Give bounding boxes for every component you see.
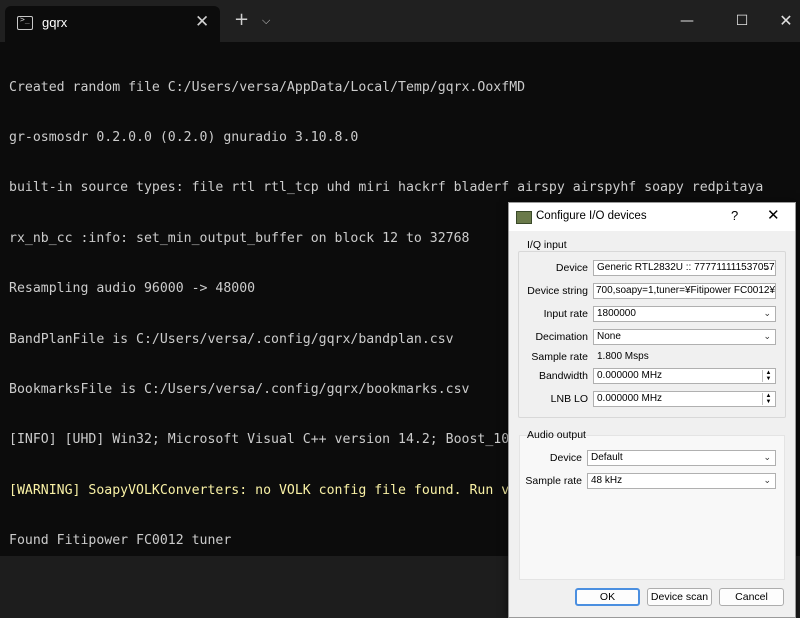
tab-title: gqrx bbox=[42, 15, 68, 30]
lnb-lo-label: LNB LO bbox=[550, 393, 588, 405]
decimation-value: None bbox=[597, 331, 621, 342]
tab-bar: >_ gqrx ✕ + ⌵ — ☐ ✕ bbox=[0, 0, 800, 42]
input-rate-value: 1800000 bbox=[597, 308, 636, 319]
audio-output-group-title: Audio output bbox=[527, 429, 586, 441]
audio-sample-rate-value: 48 kHz bbox=[591, 475, 623, 486]
device-string-value: 700,soapy=1,tuner=¥Fitipower FC0012¥" bbox=[596, 285, 776, 296]
input-rate-label: Input rate bbox=[543, 308, 588, 320]
iq-device-value: Generic RTL2832U :: 77771111153705700 bbox=[597, 262, 776, 273]
terminal-line: Created random file C:/Users/versa/AppDa… bbox=[9, 79, 526, 95]
bandwidth-label: Bandwidth bbox=[538, 370, 588, 382]
chevron-down-icon: ⌄ bbox=[763, 262, 771, 272]
help-button[interactable]: ? bbox=[731, 208, 738, 223]
cancel-button[interactable]: Cancel bbox=[719, 588, 784, 606]
sample-rate-value: 1.800 Msps bbox=[597, 351, 649, 362]
audio-sample-rate-select[interactable]: 48 kHz ⌄ bbox=[587, 473, 776, 489]
audio-sample-rate-label: Sample rate bbox=[525, 475, 582, 487]
iq-input-group-title: I/Q input bbox=[527, 239, 567, 251]
maximize-button[interactable]: ☐ bbox=[722, 8, 762, 34]
spin-arrows-icon[interactable]: ▲ ▼ bbox=[762, 370, 774, 382]
new-tab-button[interactable]: + bbox=[234, 11, 249, 29]
terminal-line: built-in source types: file rtl rtl_tcp … bbox=[9, 180, 764, 196]
terminal-icon: >_ bbox=[17, 15, 33, 30]
configure-io-dialog: Configure I/O devices ? ✕ I/Q input Devi… bbox=[508, 202, 796, 618]
dialog-title: Configure I/O devices bbox=[536, 210, 647, 222]
terminal-line: gr-osmosdr 0.2.0.0 (0.2.0) gnuradio 3.10… bbox=[9, 129, 359, 145]
iq-device-select[interactable]: Generic RTL2832U :: 77771111153705700 ⌄ bbox=[593, 260, 776, 276]
device-scan-button[interactable]: Device scan bbox=[647, 588, 712, 606]
decimation-label: Decimation bbox=[535, 331, 588, 343]
audio-device-value: Default bbox=[591, 452, 623, 463]
device-string-input[interactable]: 700,soapy=1,tuner=¥Fitipower FC0012¥" bbox=[593, 283, 776, 299]
chevron-down-icon: ⌄ bbox=[763, 308, 771, 318]
tab-gqrx[interactable]: >_ gqrx ✕ bbox=[5, 6, 220, 42]
lnb-lo-value: 0.000000 MHz bbox=[597, 393, 663, 404]
audio-device-label: Device bbox=[549, 452, 582, 464]
bandwidth-spinbox[interactable]: 0.000000 MHz ▲ ▼ bbox=[593, 368, 776, 384]
chevron-down-icon: ⌄ bbox=[763, 452, 771, 462]
close-window-button[interactable]: ✕ bbox=[766, 8, 800, 34]
gqrx-app-icon bbox=[516, 211, 532, 224]
sample-rate-label: Sample rate bbox=[531, 351, 588, 363]
audio-device-select[interactable]: Default ⌄ bbox=[587, 450, 776, 466]
ok-button[interactable]: OK bbox=[575, 588, 640, 606]
minimize-button[interactable]: — bbox=[667, 8, 707, 34]
dialog-close-button[interactable]: ✕ bbox=[767, 206, 780, 224]
iq-device-label: Device bbox=[555, 262, 588, 274]
bandwidth-value: 0.000000 MHz bbox=[597, 370, 663, 381]
lnb-lo-spinbox[interactable]: 0.000000 MHz ▲ ▼ bbox=[593, 391, 776, 407]
dialog-titlebar[interactable]: Configure I/O devices ? ✕ bbox=[509, 203, 795, 231]
input-rate-select[interactable]: 1800000 ⌄ bbox=[593, 306, 776, 322]
chevron-down-icon: ⌄ bbox=[763, 475, 771, 485]
chevron-down-icon[interactable]: ⌵ bbox=[262, 14, 270, 28]
device-string-label: Device string bbox=[527, 285, 588, 297]
spin-arrows-icon[interactable]: ▲ ▼ bbox=[762, 393, 774, 405]
decimation-select[interactable]: None ⌄ bbox=[593, 329, 776, 345]
chevron-down-icon: ⌄ bbox=[763, 331, 771, 341]
tab-close-icon[interactable]: ✕ bbox=[195, 12, 209, 32]
